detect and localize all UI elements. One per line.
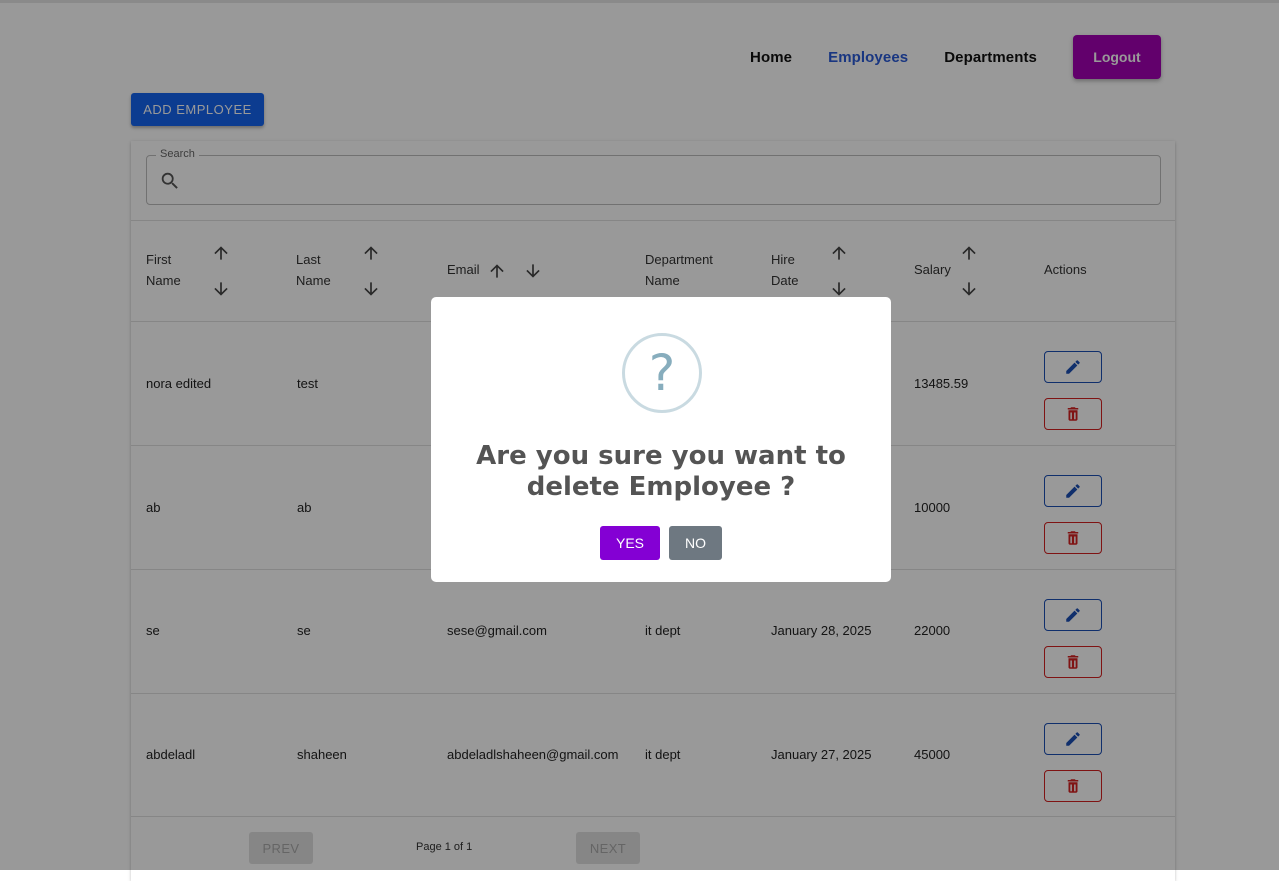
delete-confirmation-dialog: ? Are you sure you want to delete Employ… [431, 297, 891, 582]
question-mark: ? [648, 344, 676, 402]
dialog-title: Are you sure you want to delete Employee… [476, 441, 846, 502]
question-icon: ? [622, 333, 702, 413]
confirm-yes-button[interactable]: YES [600, 526, 660, 560]
confirm-no-button[interactable]: NO [669, 526, 722, 560]
